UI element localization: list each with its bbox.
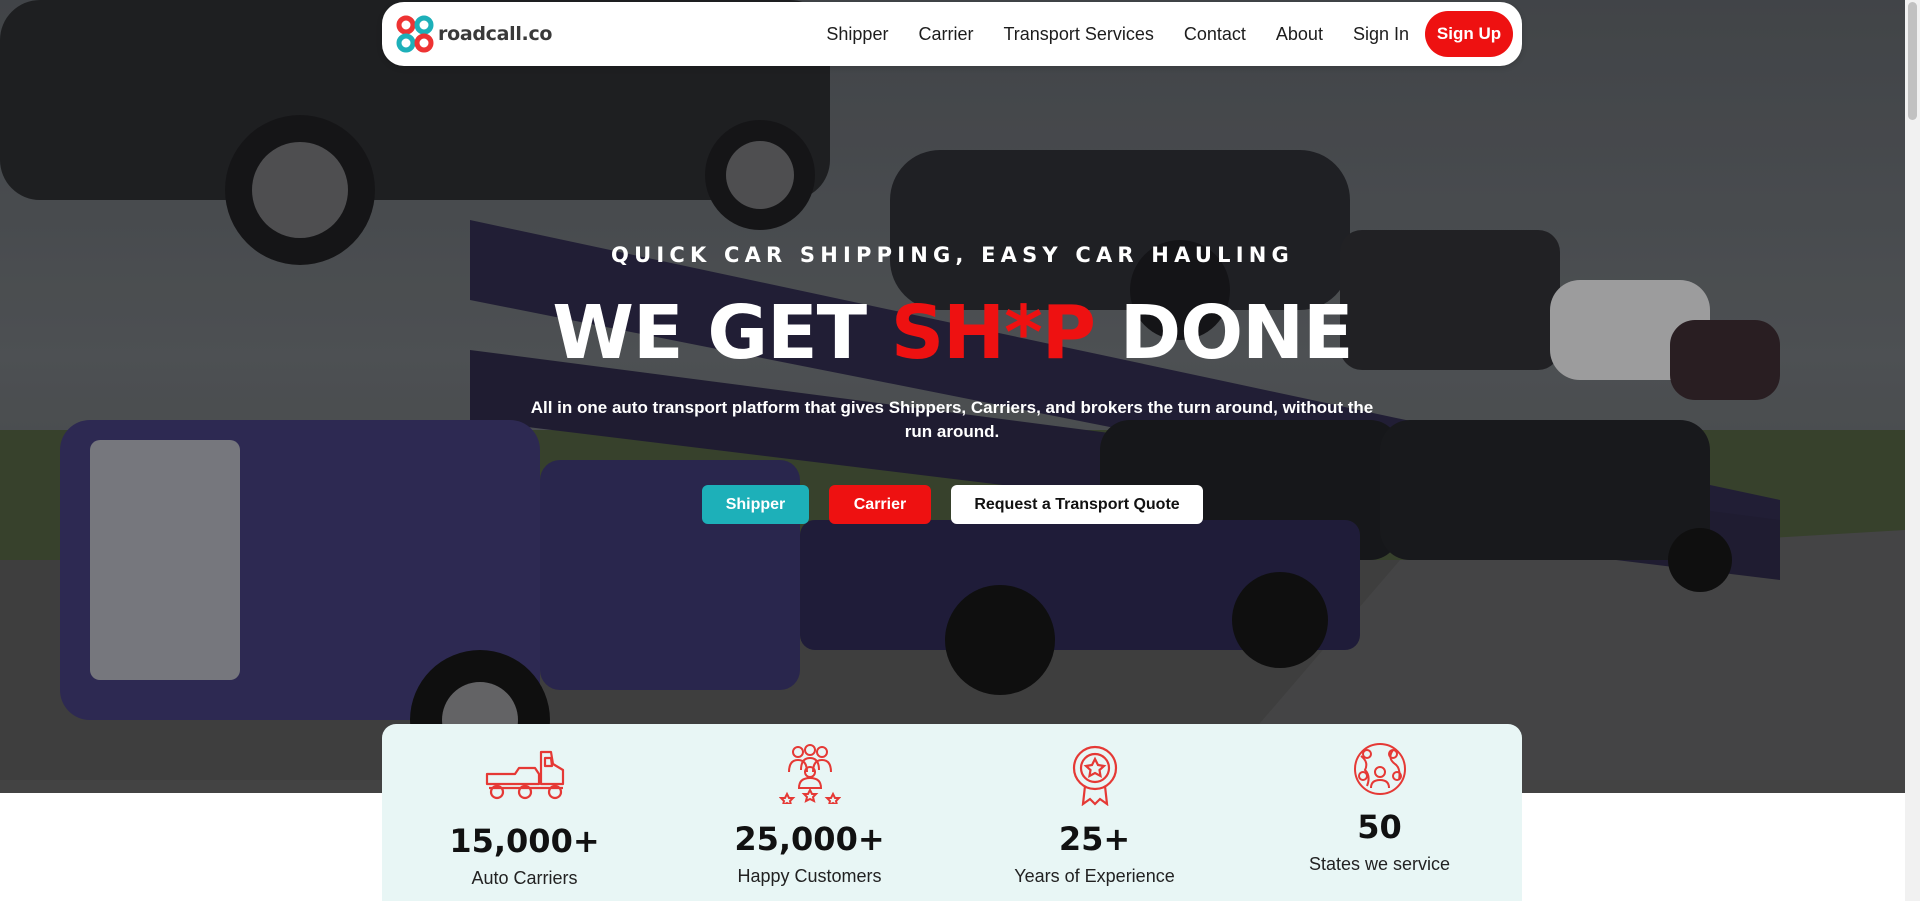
stat-happy-customers: 25,000+ Happy Customers <box>667 724 952 887</box>
brand-name: roadcall.co <box>438 23 553 45</box>
hero-subtext: All in one auto transport platform that … <box>530 398 1374 441</box>
hero-cta-row: Shipper Carrier Request a Transport Quot… <box>0 485 1905 524</box>
headline-part-2: DONE <box>1095 290 1354 376</box>
stat-label: Years of Experience <box>1014 866 1175 886</box>
scrollbar-thumb[interactable] <box>1908 2 1917 120</box>
hero-headline: WE GET SH*P DONE <box>0 290 1905 376</box>
stat-label: Auto Carriers <box>471 868 578 888</box>
sign-up-button[interactable]: Sign Up <box>1425 11 1513 57</box>
nav-carrier[interactable]: Carrier <box>918 24 973 45</box>
car-hauler-truck-icon <box>485 750 564 800</box>
nav-contact[interactable]: Contact <box>1184 24 1246 45</box>
request-quote-button[interactable]: Request a Transport Quote <box>951 485 1203 524</box>
stat-value: 15,000+ <box>449 822 600 860</box>
globe-people-icon <box>1353 743 1406 795</box>
stats-panel: 15,000+ Auto Carriers 25,000+ Happy Cust… <box>382 724 1522 901</box>
brand-logo[interactable]: roadcall.co <box>396 15 553 53</box>
carrier-button[interactable]: Carrier <box>829 485 931 524</box>
stat-years-experience: 25+ Years of Experience <box>952 724 1237 887</box>
stat-value: 50 <box>1357 808 1402 846</box>
stat-states-serviced: 50 States we service <box>1237 724 1522 875</box>
stat-label: States we service <box>1308 854 1451 874</box>
stat-label: Happy Customers <box>737 866 882 886</box>
hero-tagline: QUICK CAR SHIPPING, EASY CAR HAULING <box>611 243 1294 267</box>
stat-auto-carriers: 15,000+ Auto Carriers <box>382 724 667 889</box>
shipper-button[interactable]: Shipper <box>702 485 809 524</box>
nav-links: Shipper Carrier Transport Services Conta… <box>826 11 1513 57</box>
nav-transport-services[interactable]: Transport Services <box>1003 24 1153 45</box>
headline-highlight: SH*P <box>890 290 1096 376</box>
stat-value: 25,000+ <box>734 820 885 858</box>
nav-sign-in[interactable]: Sign In <box>1353 24 1409 45</box>
page-scrollbar[interactable] <box>1905 0 1920 901</box>
top-nav: roadcall.co Shipper Carrier Transport Se… <box>382 2 1522 66</box>
award-badge-icon <box>1072 745 1117 806</box>
stat-value: 25+ <box>1058 820 1131 858</box>
happy-customers-icon <box>778 744 841 804</box>
roadcall-logo-icon <box>396 15 434 53</box>
nav-about[interactable]: About <box>1276 24 1323 45</box>
headline-part-1: WE GET <box>552 290 891 376</box>
nav-shipper[interactable]: Shipper <box>826 24 888 45</box>
